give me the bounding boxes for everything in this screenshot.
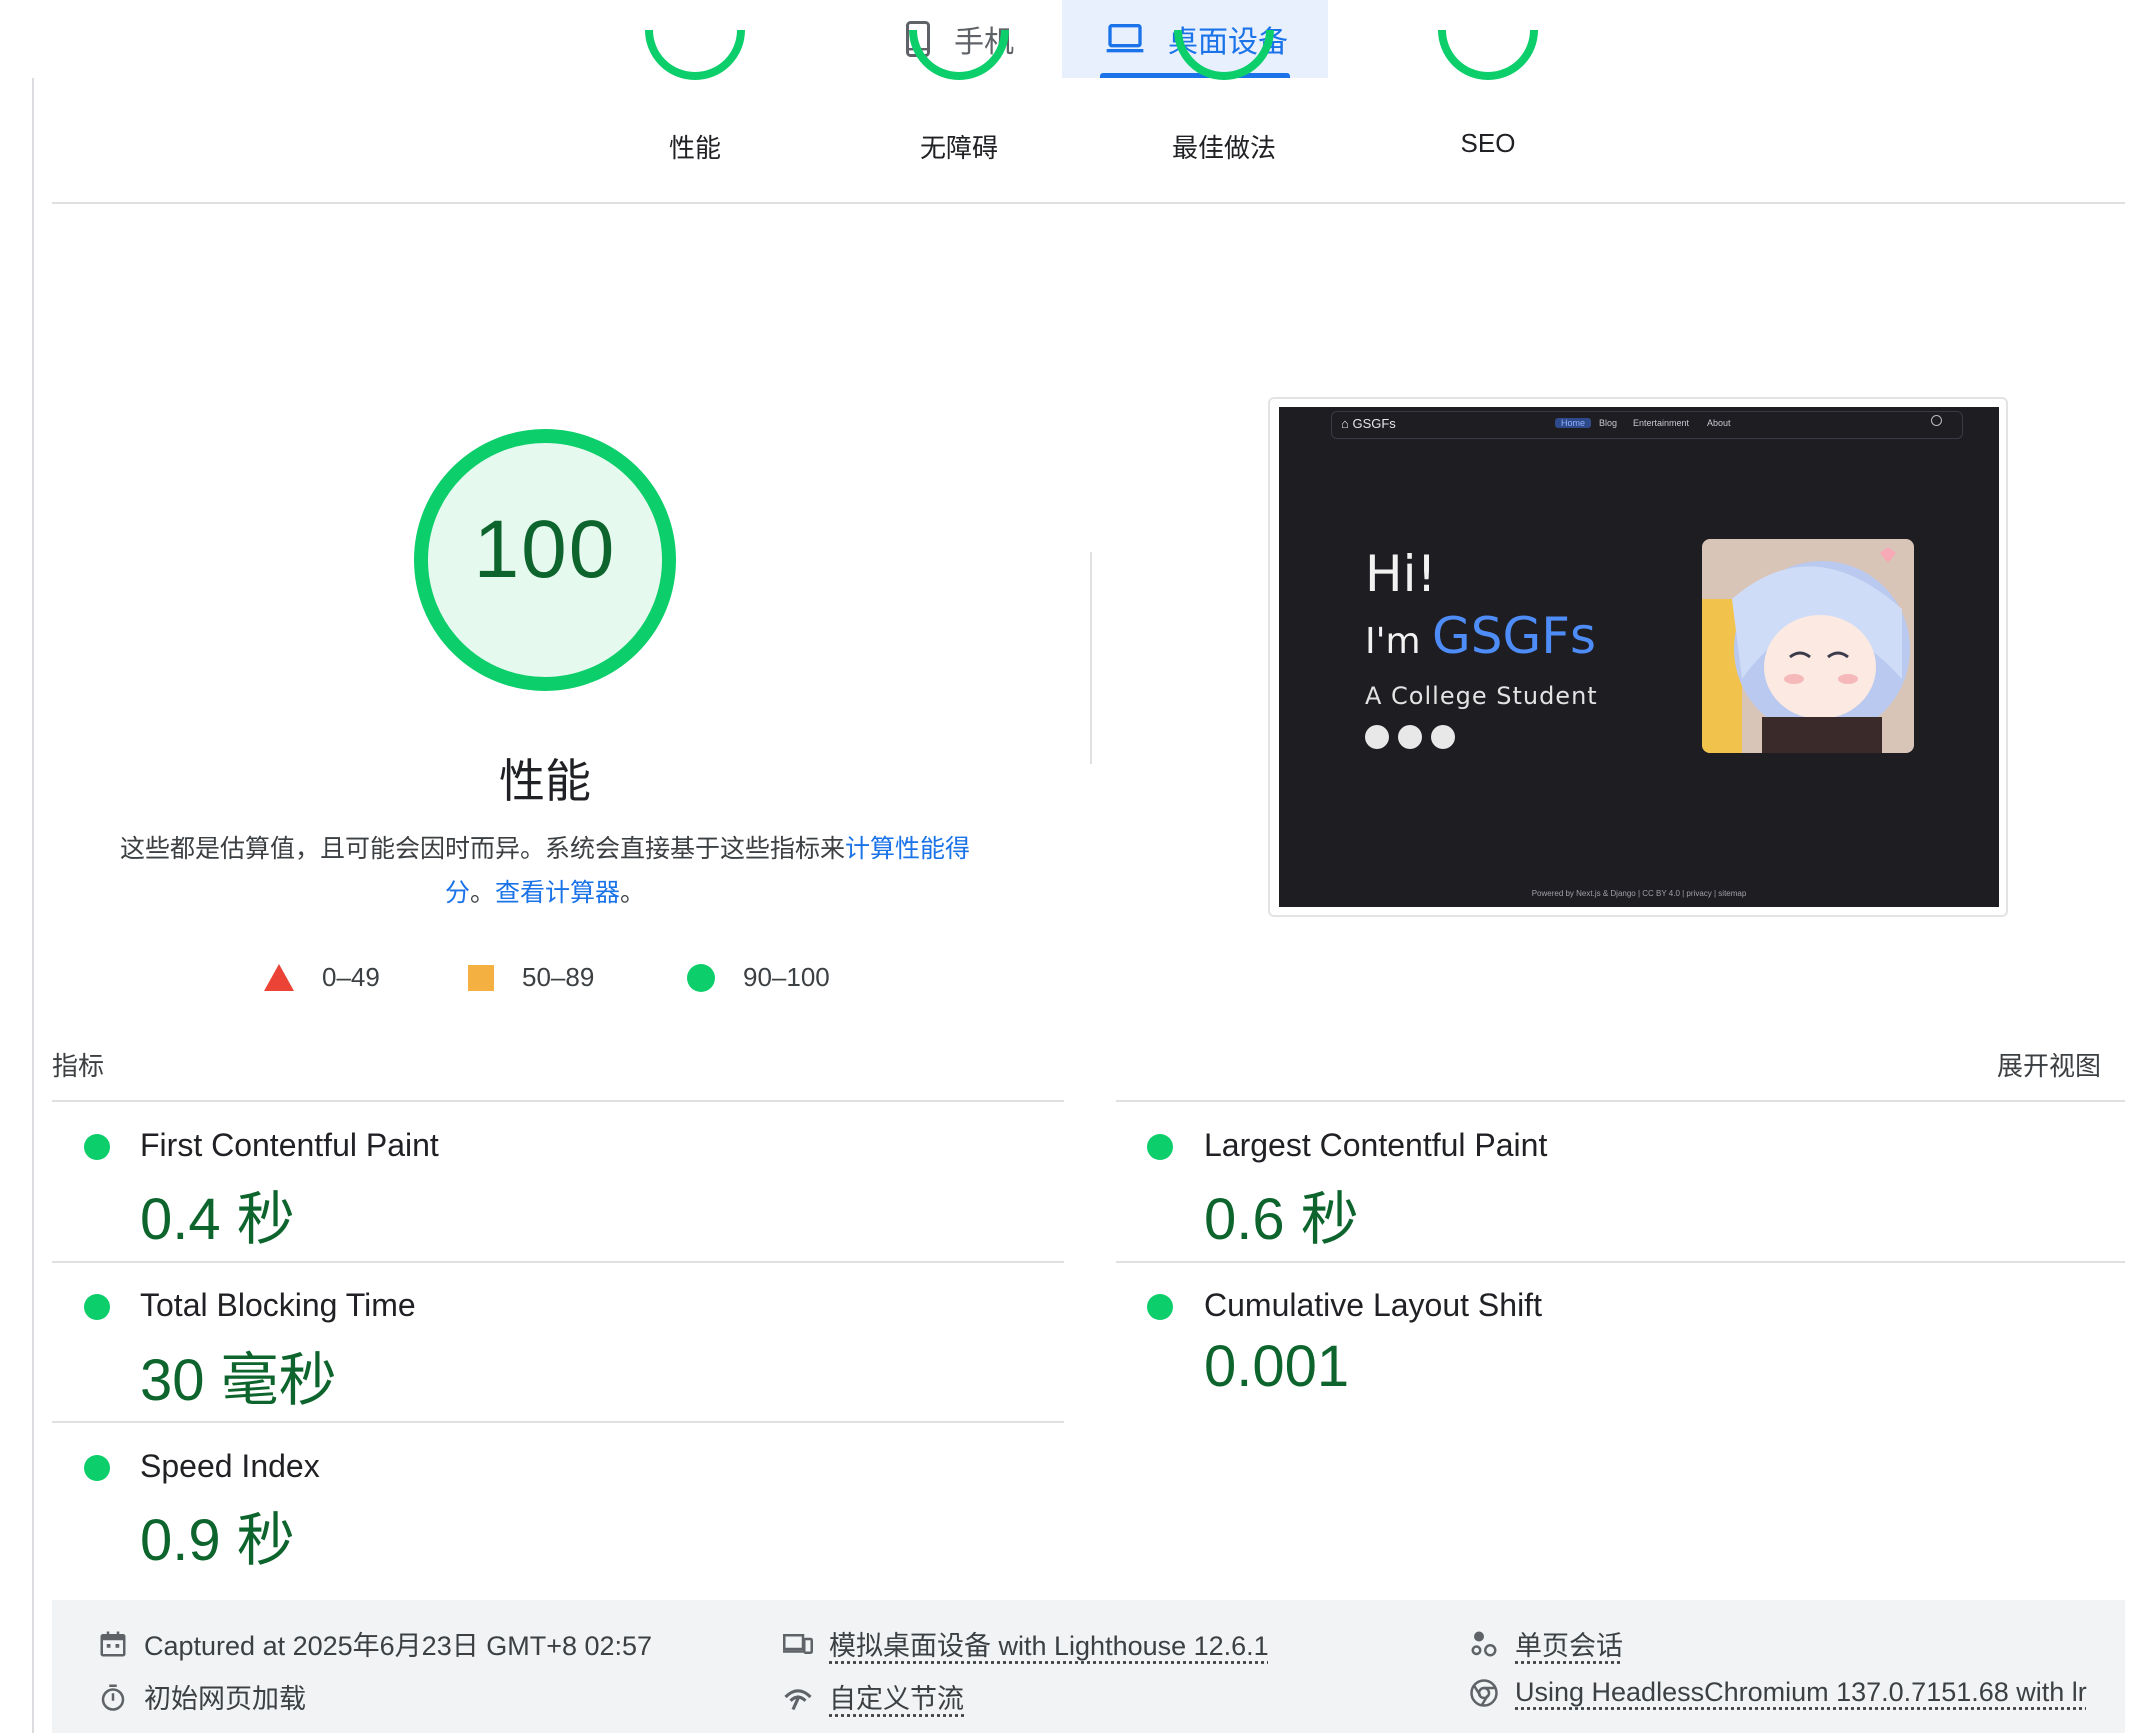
mail-icon <box>1398 725 1422 749</box>
description-text: 这些都是估算值，且可能会因时而异。系统会直接基于这些指标来 <box>119 835 845 863</box>
fcp-status-icon <box>84 1134 110 1160</box>
vertical-divider <box>1090 552 1092 764</box>
fcp-title: First Contentful Paint <box>140 1127 439 1163</box>
preview-footer: Powered by Next.js & Django | CC BY 4.0 … <box>1531 889 1747 898</box>
env-throttling-text[interactable]: 自定义节流 <box>829 1677 964 1716</box>
gauge-label-performance[interactable]: 性能 <box>605 128 785 165</box>
env-captured-at: Captured at 2025年6月23日 GMT+8 02:57 <box>98 1624 652 1663</box>
env-emulation[interactable]: 模拟桌面设备 with Lighthouse 12.6.1 <box>783 1624 1269 1663</box>
circle-icon <box>687 963 715 992</box>
tbt-title: Total Blocking Time <box>140 1287 416 1323</box>
si-value: 0.9 秒 <box>140 1508 295 1573</box>
performance-description: 这些都是估算值，且可能会因时而异。系统会直接基于这些指标来计算性能得分。查看计算… <box>100 827 990 915</box>
performance-title: 性能 <box>499 755 591 807</box>
metrics-divider-left-top <box>52 1100 1064 1102</box>
devices-icon <box>783 1633 813 1654</box>
lcp-value: 0.6 秒 <box>1204 1187 1359 1252</box>
preview-avatar-image <box>1702 539 1914 753</box>
calendar-icon <box>100 1631 126 1656</box>
calculator-link[interactable]: 查看计算器 <box>495 879 620 907</box>
preview-logo: ⌂ GSGFs <box>1341 416 1396 431</box>
env-emulation-text[interactable]: 模拟桌面设备 with Lighthouse 12.6.1 <box>829 1624 1269 1663</box>
accessibility-gauge-mini[interactable] <box>907 20 1011 100</box>
gauge-label-seo[interactable]: SEO <box>1398 128 1578 159</box>
legend-fail: 0–49 <box>264 962 380 993</box>
si-title: Speed Index <box>140 1448 320 1484</box>
env-browser-text[interactable]: Using HeadlessChromium 137.0.7151.68 wit… <box>1515 1677 2087 1708</box>
header-divider <box>52 202 2125 204</box>
preview-hi: Hi! <box>1365 545 1437 603</box>
square-icon <box>468 964 494 991</box>
metrics-divider-left-2 <box>52 1421 1064 1423</box>
metrics-label: 指标 <box>52 1051 105 1081</box>
laptop-icon <box>1106 24 1144 53</box>
preview-nav-home: Home <box>1555 418 1592 428</box>
left-border <box>32 78 34 1733</box>
performance-gauge-mini[interactable] <box>643 20 747 100</box>
preview-im-prefix: I'm <box>1365 621 1433 662</box>
preview-nav-entertainment: Entertainment <box>1633 418 1690 428</box>
triangle-icon <box>264 964 294 991</box>
cls-title: Cumulative Layout Shift <box>1204 1287 1542 1323</box>
metrics-divider-right-top <box>1116 1100 2125 1102</box>
env-captured-at-text: Captured at 2025年6月23日 GMT+8 02:57 <box>144 1631 653 1661</box>
env-browser[interactable]: Using HeadlessChromium 137.0.7151.68 wit… <box>1469 1677 2087 1708</box>
github-icon <box>1365 725 1389 749</box>
fcp-value: 0.4 秒 <box>140 1187 295 1252</box>
cls-value: 0.001 <box>1204 1334 1350 1399</box>
lcp-title: Largest Contentful Paint <box>1204 1127 1548 1163</box>
final-screenshot: ⌂ GSGFs Home Blog Entertainment About Hi… <box>1279 407 1999 907</box>
preview-im-name: GSGFs <box>1432 607 1597 665</box>
preview-theme-icon <box>1931 415 1942 426</box>
description-end: 。 <box>620 879 646 907</box>
si-status-icon <box>84 1455 110 1481</box>
preview-logo-text: GSGFs <box>1352 416 1396 431</box>
chrome-icon <box>1470 1678 1498 1707</box>
env-throttling[interactable]: 自定义节流 <box>783 1677 964 1716</box>
throttle-icon <box>784 1688 812 1710</box>
env-session-text[interactable]: 单页会话 <box>1515 1624 1623 1663</box>
legend-pass: 90–100 <box>687 962 830 993</box>
metrics-divider-left-1 <box>52 1261 1064 1263</box>
preview-subtitle: A College Student <box>1365 682 1598 710</box>
tbt-value: 30 毫秒 <box>140 1348 337 1413</box>
cls-status-icon <box>1147 1294 1173 1320</box>
env-session[interactable]: 单页会话 <box>1469 1624 1623 1663</box>
metrics-divider-right-1 <box>1116 1261 2125 1263</box>
timer-icon <box>101 1684 125 1711</box>
social-icon <box>1431 725 1455 749</box>
gauge-label-best-practices[interactable]: 最佳做法 <box>1134 128 1314 165</box>
lcp-status-icon <box>1147 1134 1173 1160</box>
gauge-label-accessibility[interactable]: 无障碍 <box>869 128 1049 165</box>
performance-score: 100 <box>473 504 617 595</box>
env-initial-load: 初始网页加载 <box>98 1677 306 1716</box>
preview-im: I'm GSGFs <box>1365 607 1596 665</box>
env-initial-load-text: 初始网页加载 <box>144 1684 306 1714</box>
description-sep: 。 <box>469 879 495 907</box>
best-practices-gauge-mini[interactable] <box>1172 20 1276 100</box>
runtime-settings-panel <box>52 1600 2125 1733</box>
legend-average-range: 50–89 <box>522 962 595 992</box>
session-icon <box>1471 1631 1497 1656</box>
expand-view-toggle[interactable]: 展开视图 <box>1997 1046 2101 1083</box>
legend-fail-range: 0–49 <box>322 962 380 992</box>
legend-pass-range: 90–100 <box>743 962 830 992</box>
preview-nav-blog: Blog <box>1599 418 1618 428</box>
legend-average: 50–89 <box>468 962 594 993</box>
seo-gauge-mini[interactable] <box>1436 20 1540 100</box>
preview-nav-about: About <box>1707 418 1731 428</box>
tbt-status-icon <box>84 1294 110 1320</box>
